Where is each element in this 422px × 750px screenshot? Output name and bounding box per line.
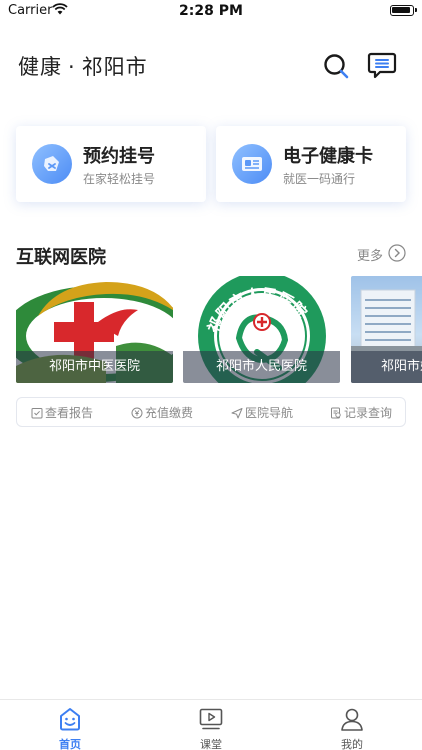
view-report-label: 查看报告 (45, 406, 94, 420)
tab-profile[interactable]: 我的 (282, 700, 422, 750)
message-icon[interactable] (367, 51, 397, 79)
user-icon (341, 708, 363, 731)
tab-profile-label: 我的 (341, 738, 363, 750)
hospital-card[interactable]: 祁阳市妇 (351, 276, 422, 383)
hospital-carousel[interactable]: 祁阳市中医医院 祁阳市人民医院 祁阳市人民医院 祁阳市妇 (16, 276, 422, 383)
tab-bar: 首页 课堂 我的 (0, 699, 422, 750)
battery-icon (390, 5, 417, 16)
appointment-card[interactable]: 预约挂号 在家轻松挂号 (16, 126, 206, 202)
hospital-name: 祁阳市中医医院 (16, 351, 173, 383)
view-report-button[interactable]: 查看报告 (31, 398, 93, 428)
status-time: 2:28 PM (179, 3, 243, 19)
tab-home-label: 首页 (59, 738, 81, 750)
health-card-title: 电子健康卡 (283, 146, 373, 167)
section-title: 互联网医院 (16, 247, 106, 268)
hospital-name: 祁阳市妇 (351, 351, 422, 383)
search-icon[interactable] (322, 52, 350, 80)
navigation-icon (231, 408, 243, 419)
hospital-navigation-label: 医院导航 (245, 406, 294, 420)
more-link[interactable]: 更多 (357, 245, 383, 264)
city-name: 祁阳市 (81, 55, 148, 79)
record-query-button[interactable]: 记录查询 (330, 398, 392, 428)
recharge-button[interactable]: 充值缴费 (131, 398, 193, 428)
recharge-label: 充值缴费 (145, 406, 194, 420)
health-card-subtitle: 就医一码通行 (283, 172, 356, 186)
record-icon (331, 407, 341, 419)
home-smile-icon (60, 708, 80, 731)
hospital-card[interactable]: 祁阳市人民医院 祁阳市人民医院 (183, 276, 340, 383)
report-icon (31, 408, 43, 419)
chevron-right-icon[interactable] (388, 244, 406, 262)
status-bar: Carrier 2:28 PM (0, 0, 422, 22)
tab-classroom[interactable]: 课堂 (141, 700, 281, 750)
title-prefix: 健康 (18, 55, 62, 79)
record-query-label: 记录查询 (344, 406, 393, 420)
video-lesson-icon (199, 708, 223, 730)
hospital-navigation-button[interactable]: 医院导航 (231, 398, 293, 428)
page-title[interactable]: 健康 · 祁阳市 (18, 51, 148, 81)
ticket-icon (32, 144, 72, 184)
tab-home[interactable]: 首页 (0, 700, 140, 750)
health-card-card[interactable]: 电子健康卡 就医一码通行 (216, 126, 406, 202)
title-separator: · (68, 55, 76, 79)
tab-classroom-label: 课堂 (200, 738, 222, 750)
health-card-icon (232, 144, 272, 184)
appointment-subtitle: 在家轻松挂号 (83, 172, 156, 186)
appointment-title: 预约挂号 (83, 146, 155, 167)
hospital-card[interactable]: 祁阳市中医医院 (16, 276, 173, 383)
hospital-name: 祁阳市人民医院 (183, 351, 340, 383)
yen-icon (131, 407, 143, 419)
function-bar: 查看报告 充值缴费 医院导航 记录查询 (16, 397, 406, 427)
